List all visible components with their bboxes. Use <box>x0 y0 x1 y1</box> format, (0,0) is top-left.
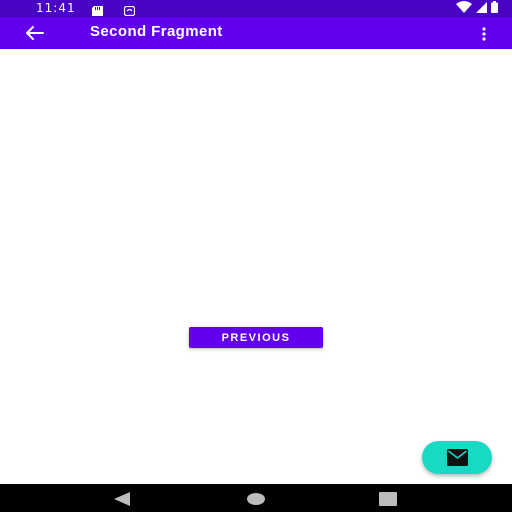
email-icon <box>447 449 468 466</box>
more-vert-icon[interactable] <box>478 25 490 43</box>
previous-button[interactable]: PREVIOUS <box>189 327 323 348</box>
arrow-back-icon[interactable] <box>22 23 46 43</box>
fragment-content: PREVIOUS <box>0 49 512 484</box>
signal-icon <box>476 0 487 18</box>
email-fab[interactable] <box>422 441 492 474</box>
battery-icon <box>491 0 498 18</box>
status-bar: 11:41 <box>0 0 512 17</box>
sd-card-icon <box>92 3 103 16</box>
screen: 11:41 Second Fragment PREVIOUS <box>0 0 512 512</box>
navigation-bar <box>0 484 512 512</box>
wifi-icon <box>456 0 472 18</box>
nav-back-icon[interactable] <box>113 491 131 507</box>
nav-recents-icon[interactable] <box>379 492 397 506</box>
nav-home-icon[interactable] <box>247 492 265 506</box>
app-bar: Second Fragment <box>0 17 512 49</box>
notification-icon <box>123 3 136 17</box>
page-title: Second Fragment <box>90 23 223 40</box>
status-icons <box>456 0 498 18</box>
status-time: 11:41 <box>36 1 76 15</box>
